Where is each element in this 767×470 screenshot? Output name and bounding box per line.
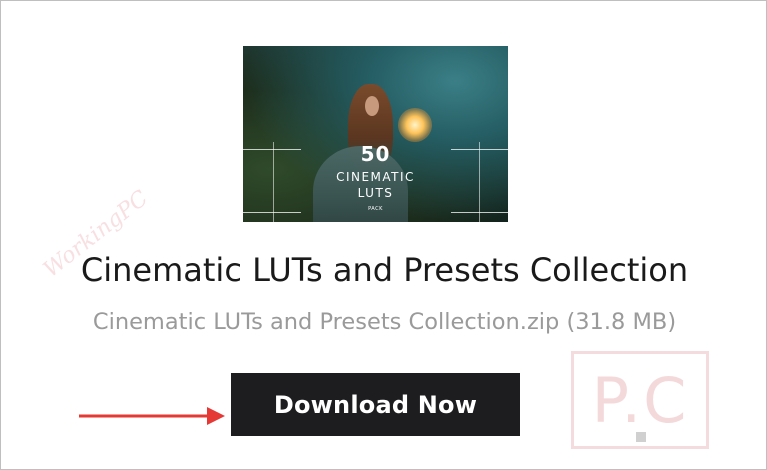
watermark-logo-text: P.C [591, 363, 689, 437]
product-title: Cinematic LUTs and Presets Collection [80, 251, 689, 289]
thumbnail-frame-line [243, 212, 301, 213]
watermark-dot [636, 432, 646, 442]
download-now-button[interactable]: Download Now [231, 373, 520, 436]
thumbnail-count: 50 [360, 142, 391, 166]
red-arrow-icon [79, 407, 225, 425]
thumbnail-word-luts: LUTS [357, 186, 394, 200]
thumbnail-word-pack: PACK [368, 206, 383, 212]
download-card: 50 CINEMATIC LUTS PACK WorkingPC Cinemat… [0, 0, 767, 470]
lantern-glow [398, 108, 432, 142]
file-name-size: Cinematic LUTs and Presets Collection.zi… [92, 309, 677, 335]
thumbnail-word-cinematic: CINEMATIC [336, 170, 415, 184]
product-thumbnail: 50 CINEMATIC LUTS PACK [243, 46, 508, 222]
watermark-logo: P.C [571, 351, 709, 449]
thumbnail-figure-face [365, 96, 379, 116]
